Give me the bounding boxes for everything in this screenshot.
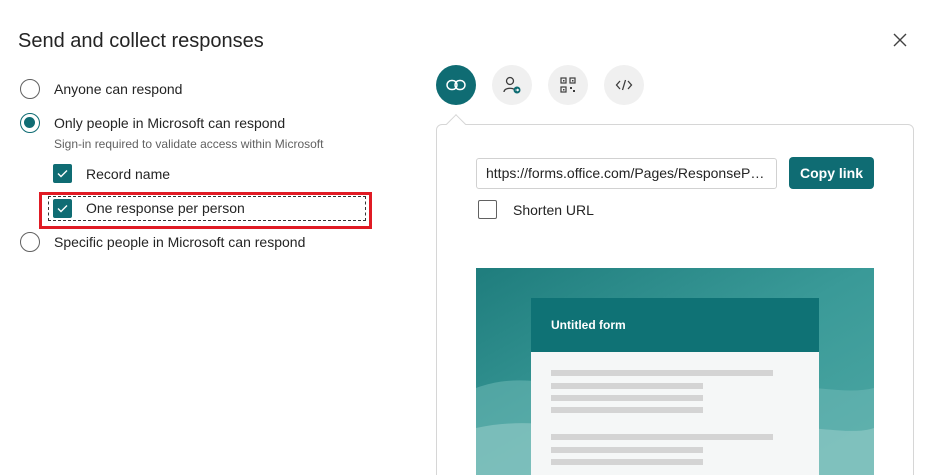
one-response-checkbox[interactable] <box>53 199 72 218</box>
record-name-checkbox[interactable] <box>53 164 72 183</box>
preview-form-card: Untitled form <box>531 298 819 475</box>
radio-org-only-label: Only people in Microsoft can respond <box>54 115 286 131</box>
close-icon <box>893 33 907 47</box>
radio-specific[interactable] <box>20 232 40 252</box>
link-icon <box>446 79 466 91</box>
tab-qr[interactable] <box>548 65 588 105</box>
close-button[interactable] <box>889 29 911 51</box>
preview-line <box>551 459 703 465</box>
share-url-field[interactable]: https://forms.office.com/Pages/ResponseP… <box>476 158 777 189</box>
record-name-label: Record name <box>86 166 171 182</box>
embed-code-icon <box>615 79 633 91</box>
radio-specific-label: Specific people in Microsoft can respond <box>54 234 306 250</box>
form-preview: Untitled form <box>476 268 874 475</box>
shorten-url-checkbox[interactable] <box>478 200 497 219</box>
preview-line <box>551 370 773 376</box>
preview-line <box>551 434 773 440</box>
tab-invite[interactable] <box>492 65 532 105</box>
org-only-description: Sign-in required to validate access with… <box>54 137 324 151</box>
one-response-label: One response per person <box>86 200 245 216</box>
radio-org-only[interactable] <box>20 113 40 133</box>
checkmark-icon <box>57 205 68 213</box>
qr-code-icon <box>560 77 576 93</box>
tab-link[interactable] <box>436 65 476 105</box>
radio-anyone-label: Anyone can respond <box>54 81 183 97</box>
radio-anyone[interactable] <box>20 79 40 99</box>
preview-form-title: Untitled form <box>531 298 819 352</box>
shorten-url-label: Shorten URL <box>513 202 594 218</box>
tab-embed[interactable] <box>604 65 644 105</box>
preview-line <box>551 383 703 389</box>
preview-line <box>551 407 703 413</box>
copy-link-button[interactable]: Copy link <box>789 157 874 189</box>
preview-line <box>551 447 703 453</box>
dialog-title: Send and collect responses <box>18 30 264 52</box>
checkmark-icon <box>57 170 68 178</box>
preview-line <box>551 395 703 401</box>
person-share-icon <box>503 76 521 94</box>
